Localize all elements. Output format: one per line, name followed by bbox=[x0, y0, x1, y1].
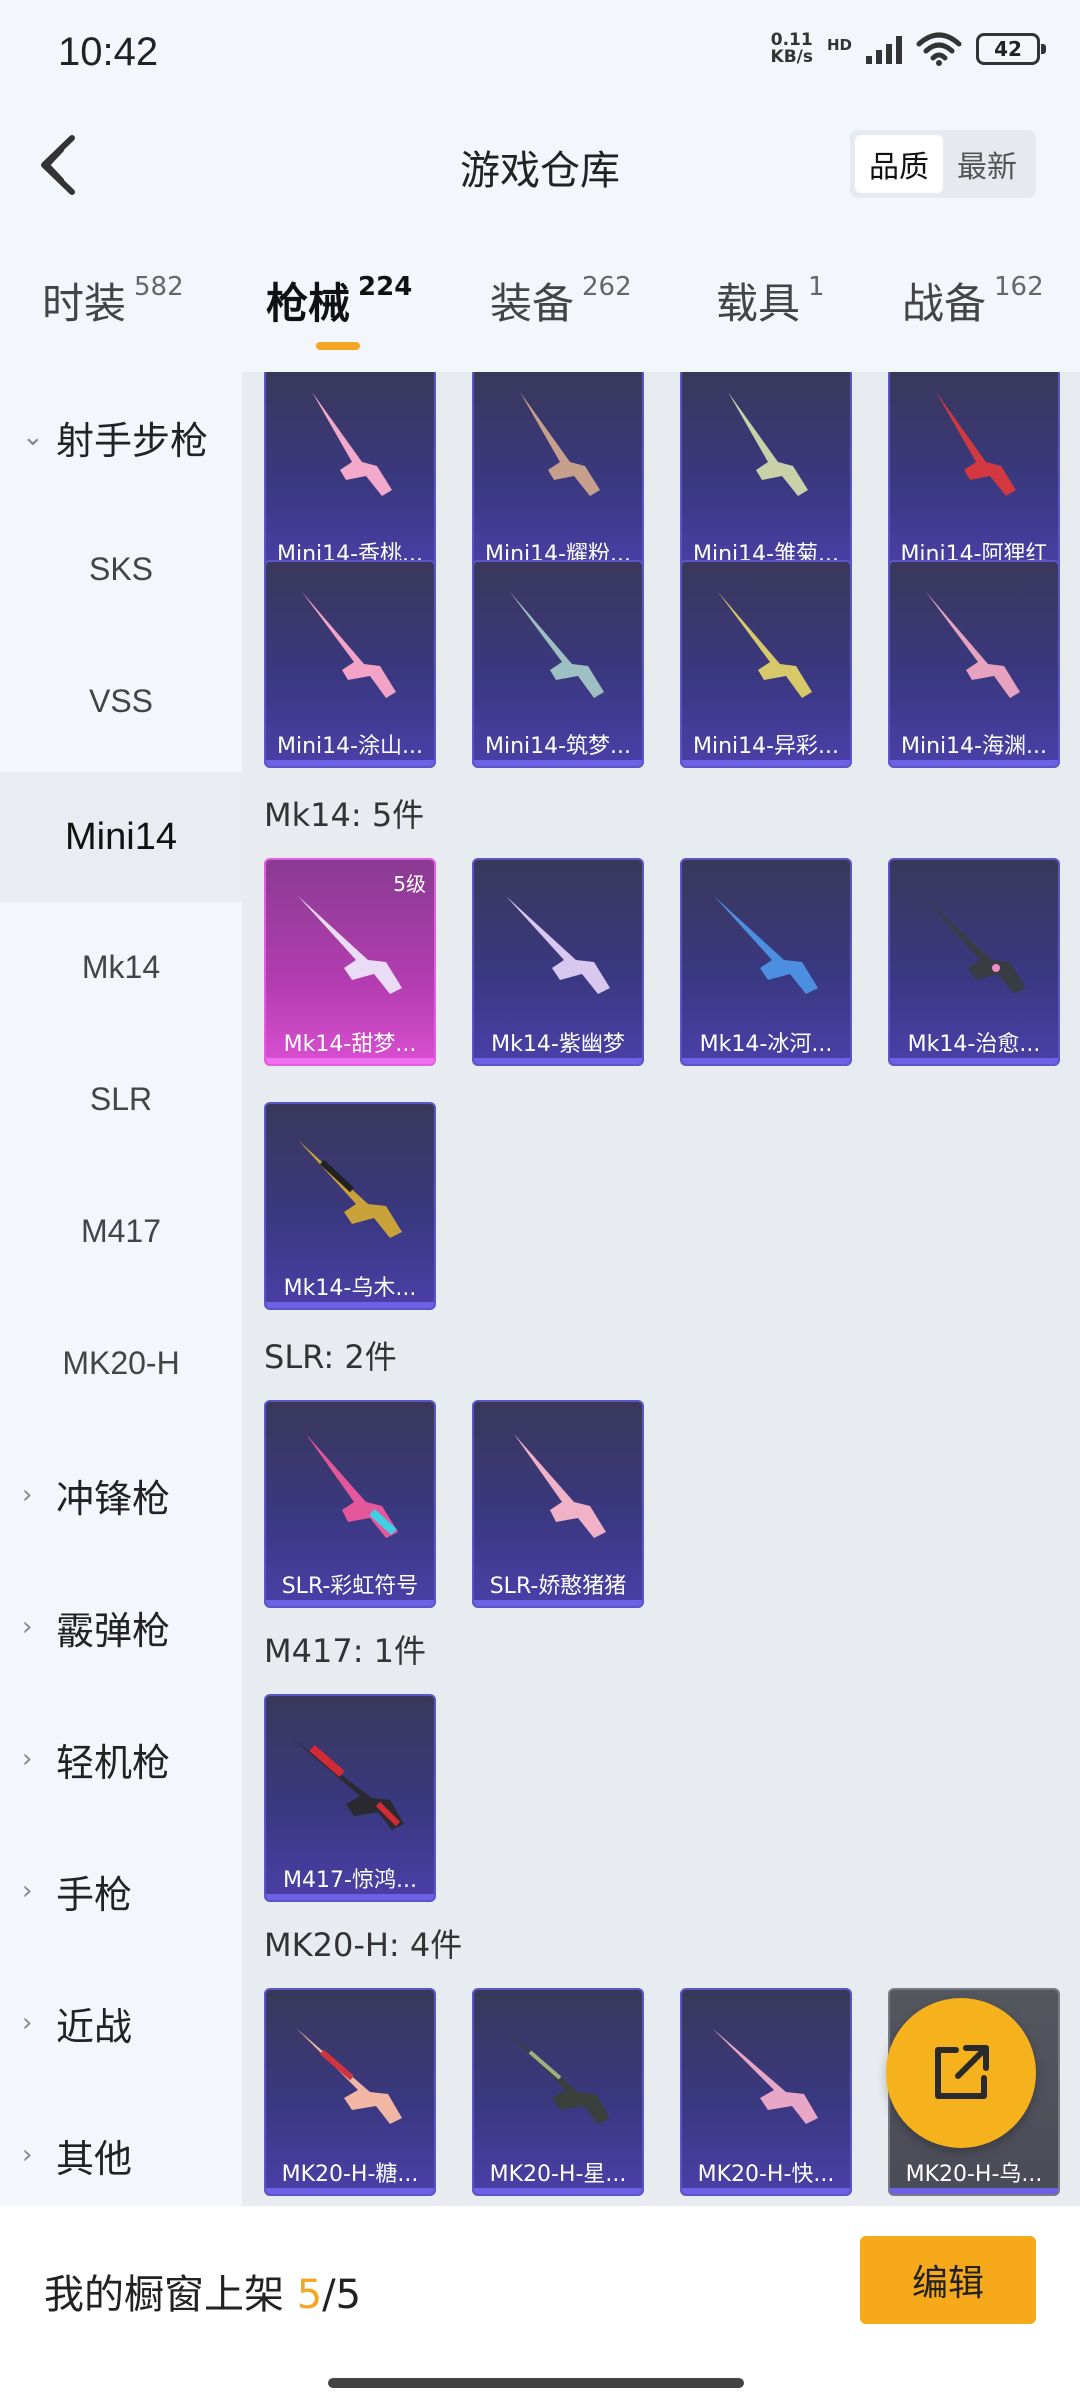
item-card[interactable]: Mini14-香桃... bbox=[264, 372, 436, 576]
item-grid: Mini14-香桃... Mini14-耀粉... Mini14-雏菊... M… bbox=[242, 372, 1080, 2206]
chevron-right-icon: › bbox=[22, 2140, 33, 2170]
sidebar-group-pistol[interactable]: › 手枪 bbox=[0, 1826, 242, 1956]
status-icons: 0.11 KB/s HD 42 bbox=[770, 30, 1046, 67]
sidebar-item-mk14[interactable]: Mk14 bbox=[0, 902, 242, 1032]
rifle-icon bbox=[728, 392, 808, 496]
sidebar: ⌄ 射手步枪 SKS VSS Mini14 Mk14 SLR M417 MK20-… bbox=[0, 372, 242, 2206]
showcase-footer: 我的橱窗上架 5/5 编辑 bbox=[0, 2206, 1080, 2400]
item-card[interactable]: Mini14-异彩... bbox=[680, 560, 852, 768]
sidebar-group-lmg[interactable]: › 轻机枪 bbox=[0, 1694, 242, 1824]
section-title-mk20h: MK20-H: 4件 bbox=[264, 1926, 463, 1964]
rifle-icon bbox=[296, 2028, 402, 2124]
tab-guns[interactable]: 枪械 224 bbox=[266, 270, 412, 331]
item-card[interactable]: SLR-彩虹符号 bbox=[264, 1400, 436, 1608]
back-button[interactable] bbox=[28, 132, 88, 198]
item-card[interactable]: MK20-H-星... bbox=[472, 1988, 644, 2196]
home-indicator[interactable] bbox=[328, 2378, 744, 2388]
hd-label: HD bbox=[826, 36, 852, 54]
item-card[interactable]: Mini14-耀粉... bbox=[472, 372, 644, 576]
rifle-icon bbox=[306, 1434, 398, 1538]
rifle-icon bbox=[292, 1738, 404, 1830]
rifle-icon bbox=[510, 592, 604, 698]
chevron-right-icon: › bbox=[22, 1744, 33, 1774]
rifle-icon bbox=[922, 896, 1026, 994]
tab-vehicles[interactable]: 载具 1 bbox=[716, 270, 825, 331]
item-card[interactable]: Mk14-冰河... bbox=[680, 858, 852, 1066]
rifle-icon bbox=[504, 2028, 610, 2124]
showcase-count: 我的橱窗上架 5/5 bbox=[44, 2272, 362, 2318]
wifi-icon bbox=[916, 32, 962, 66]
rifle-icon bbox=[298, 896, 402, 994]
chevron-right-icon: › bbox=[22, 1480, 33, 1510]
clock: 10:42 bbox=[58, 30, 159, 74]
app-header: 游戏仓库 品质 最新 bbox=[0, 110, 1080, 220]
sort-toggle: 品质 最新 bbox=[850, 130, 1036, 198]
item-card[interactable]: Mk14-治愈... bbox=[888, 858, 1060, 1066]
item-card[interactable]: MK20-H-快... bbox=[680, 1988, 852, 2196]
tab-equipment[interactable]: 装备 262 bbox=[490, 270, 632, 331]
item-card[interactable]: 5级 Mk14-甜梦... bbox=[264, 858, 436, 1066]
chevron-right-icon: › bbox=[22, 1876, 33, 1906]
rifle-icon bbox=[936, 392, 1016, 496]
item-card[interactable]: Mini14-阿狸红 bbox=[888, 372, 1060, 576]
sidebar-group-other[interactable]: › 其他 bbox=[0, 2090, 242, 2220]
section-title-mk14: Mk14: 5件 bbox=[264, 796, 425, 834]
rifle-icon bbox=[312, 392, 392, 496]
rifle-icon bbox=[506, 896, 610, 994]
sidebar-item-mini14[interactable]: Mini14 bbox=[0, 772, 242, 902]
rifle-icon bbox=[520, 392, 600, 496]
chevron-right-icon: › bbox=[22, 2008, 33, 2038]
sidebar-item-slr[interactable]: SLR bbox=[0, 1034, 242, 1164]
rifle-icon bbox=[514, 1434, 606, 1538]
sort-quality-button[interactable]: 品质 bbox=[855, 135, 943, 193]
rifle-icon bbox=[298, 1140, 402, 1238]
item-card[interactable]: MK20-H-糖... bbox=[264, 1988, 436, 2196]
sidebar-item-m417[interactable]: M417 bbox=[0, 1166, 242, 1296]
tab-fashion[interactable]: 时装 582 bbox=[42, 270, 184, 331]
rifle-icon bbox=[302, 592, 396, 698]
item-card[interactable]: SLR-娇憨猪猪 bbox=[472, 1400, 644, 1608]
item-card[interactable]: Mini14-筑梦... bbox=[472, 560, 644, 768]
chevron-down-icon: ⌄ bbox=[22, 422, 44, 452]
sidebar-group-melee[interactable]: › 近战 bbox=[0, 1958, 242, 2088]
item-card[interactable]: Mk14-紫幽梦 bbox=[472, 858, 644, 1066]
network-speed: 0.11 KB/s bbox=[770, 30, 813, 67]
signal-icon bbox=[866, 34, 902, 64]
section-title-slr: SLR: 2件 bbox=[264, 1338, 397, 1376]
section-title-m417: M417: 1件 bbox=[264, 1632, 427, 1670]
tab-indicator bbox=[316, 342, 360, 350]
sidebar-item-vss[interactable]: VSS bbox=[0, 636, 242, 766]
rifle-icon bbox=[712, 2028, 818, 2124]
sort-latest-button[interactable]: 最新 bbox=[943, 135, 1031, 193]
sidebar-item-mk20h[interactable]: MK20-H bbox=[0, 1298, 242, 1428]
rifle-icon bbox=[718, 592, 812, 698]
item-card[interactable]: Mini14-涂山... bbox=[264, 560, 436, 768]
item-card[interactable]: Mk14-乌木... bbox=[264, 1102, 436, 1310]
sidebar-group-marksman[interactable]: ⌄ 射手步枪 bbox=[0, 372, 242, 502]
share-button[interactable] bbox=[886, 1998, 1036, 2148]
edit-button[interactable]: 编辑 bbox=[860, 2236, 1036, 2324]
tab-supplies[interactable]: 战备 162 bbox=[902, 270, 1044, 331]
share-icon bbox=[935, 2045, 989, 2099]
status-bar: 10:42 0.11 KB/s HD 42 bbox=[0, 0, 1080, 110]
sidebar-group-smg[interactable]: › 冲锋枪 bbox=[0, 1430, 242, 1560]
chevron-left-icon bbox=[41, 135, 75, 195]
category-tabs: 时装 582 枪械 224 装备 262 载具 1 战备 162 bbox=[0, 250, 1080, 360]
item-card[interactable]: Mini14-海渊... bbox=[888, 560, 1060, 768]
sidebar-item-sks[interactable]: SKS bbox=[0, 504, 242, 634]
battery-icon: 42 bbox=[976, 33, 1046, 65]
chevron-right-icon: › bbox=[22, 1612, 33, 1642]
sidebar-group-shotgun[interactable]: › 霰弹枪 bbox=[0, 1562, 242, 1692]
rifle-icon bbox=[926, 592, 1020, 698]
rifle-icon bbox=[714, 896, 818, 994]
item-card[interactable]: Mini14-雏菊... bbox=[680, 372, 852, 576]
item-card[interactable]: M417-惊鸿... bbox=[264, 1694, 436, 1902]
